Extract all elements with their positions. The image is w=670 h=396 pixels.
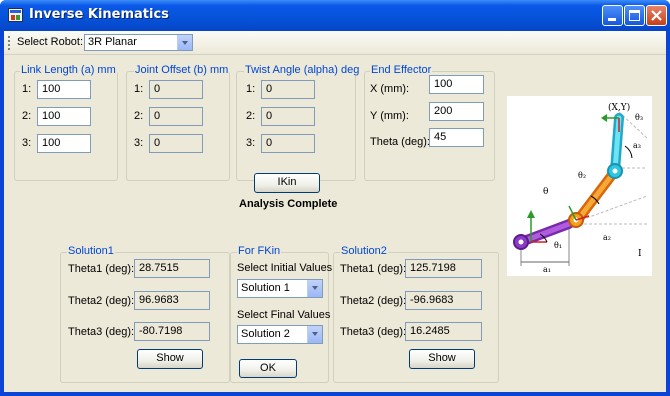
offset-3-label: 3: xyxy=(134,137,144,149)
y-input[interactable]: 200 xyxy=(429,102,484,121)
twist-3-label: 3: xyxy=(246,137,256,149)
link-1-input[interactable]: 100 xyxy=(37,80,91,99)
link-3-label: 3: xyxy=(22,137,32,149)
sol2-theta3-label: Theta3 (deg): xyxy=(340,326,407,338)
chevron-down-icon[interactable] xyxy=(307,326,322,343)
theta-symbol: θ xyxy=(543,187,548,197)
maximize-button[interactable] xyxy=(624,5,645,26)
robot-select-value: 3R Planar xyxy=(88,36,137,48)
minimize-button[interactable] xyxy=(602,5,623,26)
robot-arm-illustration: (X,Y) θ θ₁ θ₂ θ₃ a₁ a₂ a₃ I xyxy=(513,102,648,274)
title-bar[interactable]: Inverse Kinematics xyxy=(0,0,670,31)
offset-1-input[interactable]: 0 xyxy=(149,80,203,99)
a2-label: a₂ xyxy=(603,233,611,242)
solution2-group: Solution2 Theta1 (deg): 125.7198 Theta2 … xyxy=(333,245,499,383)
y-label: Y (mm): xyxy=(370,110,409,122)
offset-2-input[interactable]: 0 xyxy=(149,107,203,126)
twist-angle-title: Twist Angle (alpha) deg xyxy=(244,64,361,76)
sol2-theta2-value[interactable]: -96.9683 xyxy=(405,291,482,310)
sol2-theta1-value[interactable]: 125.7198 xyxy=(405,259,482,278)
twist-angle-group: Twist Angle (alpha) deg 1: 0 2: 0 3: 0 xyxy=(236,64,361,181)
window-title: Inverse Kinematics xyxy=(29,7,169,22)
initial-values-label: Select Initial Values xyxy=(237,262,333,274)
sol1-show-button[interactable]: Show xyxy=(137,349,203,369)
robot-select[interactable]: 3R Planar xyxy=(84,34,193,51)
sol2-show-button[interactable]: Show xyxy=(409,349,475,369)
theta-label: Theta (deg): xyxy=(370,136,430,148)
offset-3-input[interactable]: 0 xyxy=(149,134,203,153)
final-values-label: Select Final Values xyxy=(237,309,331,321)
end-effector-title: End Effector xyxy=(370,64,433,76)
joint-offset-title: Joint Offset (b) mm xyxy=(134,64,230,76)
theta-input[interactable]: 45 xyxy=(429,128,484,147)
client-area: Select Robot: 3R Planar Link Length (a) … xyxy=(4,31,666,392)
sol1-theta1-label: Theta1 (deg): xyxy=(68,263,135,275)
twist-2-input[interactable]: 0 xyxy=(261,107,315,126)
sol1-theta1-value[interactable]: 28.7515 xyxy=(134,259,210,278)
fkin-group: For FKin Select Initial Values Solution … xyxy=(230,245,333,383)
sol2-theta1-label: Theta1 (deg): xyxy=(340,263,407,275)
toolbar: Select Robot: 3R Planar xyxy=(4,31,666,55)
sol2-theta3-value[interactable]: 16.2485 xyxy=(405,322,482,341)
sol1-theta2-value[interactable]: 96.9683 xyxy=(134,291,210,310)
link-length-group: Link Length (a) mm 1: 100 2: 100 3: 100 xyxy=(14,64,118,181)
minimize-icon xyxy=(608,18,616,21)
diagram-mark: I xyxy=(638,249,642,259)
solution2-title: Solution2 xyxy=(340,245,388,257)
final-values-select[interactable]: Solution 2 xyxy=(237,325,323,344)
theta3-label: θ₃ xyxy=(635,113,643,122)
twist-1-label: 1: xyxy=(246,83,256,95)
app-icon xyxy=(8,8,23,22)
select-robot-label: Select Robot: xyxy=(17,36,84,48)
chevron-down-icon[interactable] xyxy=(177,35,192,50)
link-2-input[interactable]: 100 xyxy=(37,107,91,126)
end-effector-group: End Effector X (mm): 100 Y (mm): 200 The… xyxy=(364,64,495,181)
xy-label: (X,Y) xyxy=(608,102,630,113)
link-3-input[interactable]: 100 xyxy=(37,134,91,153)
app-window: Inverse Kinematics Select Robot: 3R Plan… xyxy=(0,0,670,396)
sol1-theta2-label: Theta2 (deg): xyxy=(68,295,135,307)
chevron-down-icon[interactable] xyxy=(307,280,322,297)
twist-1-input[interactable]: 0 xyxy=(261,80,315,99)
offset-1-label: 1: xyxy=(134,83,144,95)
offset-2-label: 2: xyxy=(134,110,144,122)
sol2-theta2-label: Theta2 (deg): xyxy=(340,295,407,307)
robot-diagram: (X,Y) θ θ₁ θ₂ θ₃ a₁ a₂ a₃ I xyxy=(507,96,652,276)
final-values-value: Solution 2 xyxy=(241,328,290,340)
sol1-theta3-value[interactable]: -80.7198 xyxy=(134,322,210,341)
a1-label: a₁ xyxy=(543,265,551,274)
fkin-title: For FKin xyxy=(237,245,282,257)
maximize-icon xyxy=(629,10,640,21)
solution1-group: Solution1 Theta1 (deg): 28.7515 Theta2 (… xyxy=(60,245,230,383)
ok-button[interactable]: OK xyxy=(239,359,297,378)
link-length-title: Link Length (a) mm xyxy=(20,64,117,76)
link-1-label: 1: xyxy=(22,83,32,95)
joint-offset-group: Joint Offset (b) mm 1: 0 2: 0 3: 0 xyxy=(126,64,230,181)
theta2-label: θ₂ xyxy=(578,171,586,180)
close-icon xyxy=(651,10,662,21)
initial-values-value: Solution 1 xyxy=(241,282,290,294)
toolbar-grip[interactable] xyxy=(8,36,12,50)
a3-label: a₃ xyxy=(633,141,641,150)
twist-2-label: 2: xyxy=(246,110,256,122)
twist-3-input[interactable]: 0 xyxy=(261,134,315,153)
x-label: X (mm): xyxy=(370,83,410,95)
analysis-status: Analysis Complete xyxy=(239,198,338,210)
link-2-label: 2: xyxy=(22,110,32,122)
ikin-button[interactable]: IKin xyxy=(254,173,320,193)
close-button[interactable] xyxy=(646,5,667,26)
initial-values-select[interactable]: Solution 1 xyxy=(237,279,323,298)
theta1-label: θ₁ xyxy=(554,241,562,250)
sol1-theta3-label: Theta3 (deg): xyxy=(68,326,135,338)
solution1-title: Solution1 xyxy=(67,245,115,257)
x-input[interactable]: 100 xyxy=(429,75,484,94)
